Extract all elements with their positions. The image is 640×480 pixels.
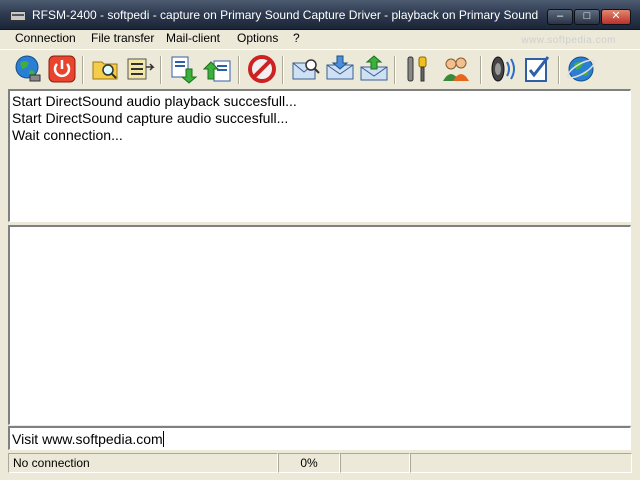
log-line: Wait connection... <box>12 127 123 143</box>
menu-options[interactable]: Options <box>237 31 278 45</box>
toolbar <box>0 49 640 89</box>
tools-icon[interactable] <box>402 53 434 85</box>
checklist-icon[interactable] <box>522 53 554 85</box>
toolbar-separator <box>282 56 284 84</box>
mail-search-icon[interactable] <box>290 53 322 85</box>
toolbar-separator <box>394 56 396 84</box>
toolbar-separator <box>480 56 482 84</box>
minimize-button[interactable]: – <box>547 9 573 25</box>
log-pane[interactable]: Start DirectSound audio playback succesf… <box>8 89 631 222</box>
message-input[interactable]: Visit www.softpedia.com <box>8 426 631 450</box>
status-bar: No connection 0% <box>0 452 640 480</box>
text-caret <box>162 431 164 447</box>
internet-icon[interactable] <box>565 53 597 85</box>
log-line: Start DirectSound capture audio succesfu… <box>12 110 289 126</box>
log-line: Start DirectSound audio playback succesf… <box>12 93 297 109</box>
menu-mail-client[interactable]: Mail-client <box>166 31 220 45</box>
upload-file-icon[interactable] <box>202 53 234 85</box>
power-icon[interactable] <box>46 53 78 85</box>
close-button[interactable]: ✕ <box>601 9 631 25</box>
toolbar-separator <box>160 56 162 84</box>
download-file-icon[interactable] <box>168 53 200 85</box>
stop-icon[interactable] <box>246 53 278 85</box>
status-cell-3 <box>340 453 410 473</box>
speaker-icon[interactable] <box>486 53 518 85</box>
status-connection: No connection <box>8 453 278 473</box>
menu-help[interactable]: ? <box>293 31 300 45</box>
title-bar[interactable]: RFSM-2400 - softpedi - capture on Primar… <box>0 0 640 30</box>
message-input-value: Visit www.softpedia.com <box>12 431 163 447</box>
mail-send-icon[interactable] <box>358 53 390 85</box>
menu-connection[interactable]: Connection <box>15 31 76 45</box>
status-cell-4 <box>410 453 632 473</box>
app-icon <box>10 11 26 21</box>
window-title: RFSM-2400 - softpedi - capture on Primar… <box>32 8 542 22</box>
watermark: www.softpedia.com <box>521 35 616 46</box>
globe-connect-icon[interactable] <box>12 53 44 85</box>
toolbar-separator <box>238 56 240 84</box>
toolbar-separator <box>82 56 84 84</box>
menu-file-transfer[interactable]: File transfer <box>91 31 154 45</box>
status-progress: 0% <box>278 453 340 473</box>
open-folder-icon[interactable] <box>90 53 122 85</box>
chat-pane[interactable] <box>8 225 631 425</box>
users-icon[interactable] <box>440 53 472 85</box>
maximize-button[interactable]: □ <box>574 9 600 25</box>
toolbar-separator <box>558 56 560 84</box>
file-list-icon[interactable] <box>124 53 156 85</box>
mail-receive-icon[interactable] <box>324 53 356 85</box>
